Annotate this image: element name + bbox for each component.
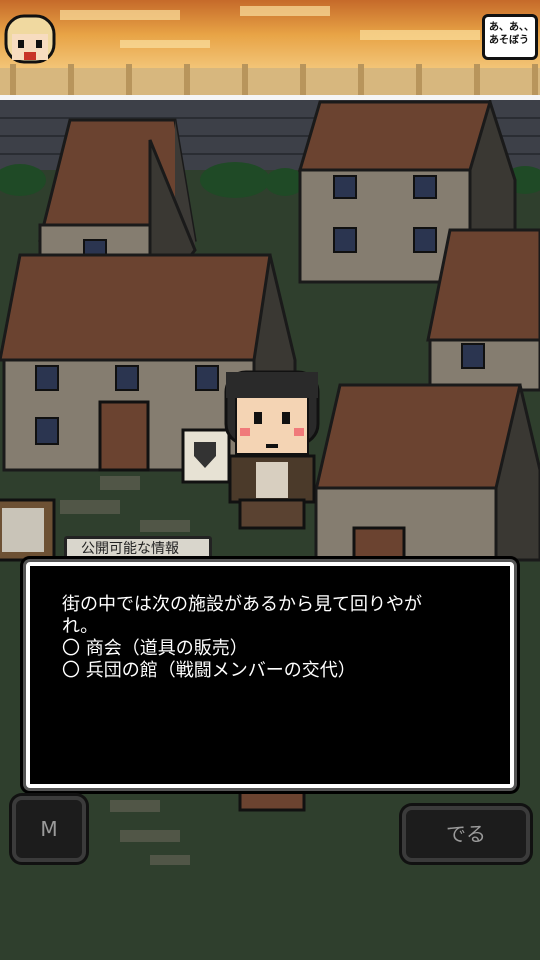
message-dialog[interactable]: 街の中では次の施設があるから見て回りやが れ。 〇 商会（道具の販売） 〇 兵団… — [26, 562, 514, 788]
top-bar: あ、あ、、 あそぼう — [0, 0, 540, 100]
speech-bubble: あ、あ、、 あそぼう — [482, 14, 538, 60]
dialog-line-2: れ。 — [62, 616, 99, 637]
menu-button[interactable]: M — [12, 796, 86, 862]
public-info-tag[interactable]: 公開可能な情報 — [64, 536, 212, 562]
dialog-text: 街の中では次の施設があるから見て回りやが れ。 〇 商会（道具の販売） 〇 兵団… — [62, 594, 486, 682]
dialog-line-3: 〇 商会（道具の販売） — [62, 638, 248, 659]
dialog-line-4: 〇 兵団の館（戦闘メンバーの交代） — [62, 660, 356, 681]
sky-fence-decor — [0, 0, 540, 100]
speech-line-2: あそぼう — [489, 35, 529, 46]
exit-button[interactable]: でる — [402, 806, 530, 862]
speech-line-1: あ、あ、、 — [489, 22, 534, 33]
menu-button-label: M — [40, 817, 58, 841]
exit-button-label: でる — [446, 822, 486, 846]
avatar[interactable] — [2, 10, 58, 68]
public-info-label: 公開可能な情報 — [81, 541, 179, 557]
dialog-line-1: 街の中では次の施設があるから見て回りやが — [62, 594, 422, 615]
